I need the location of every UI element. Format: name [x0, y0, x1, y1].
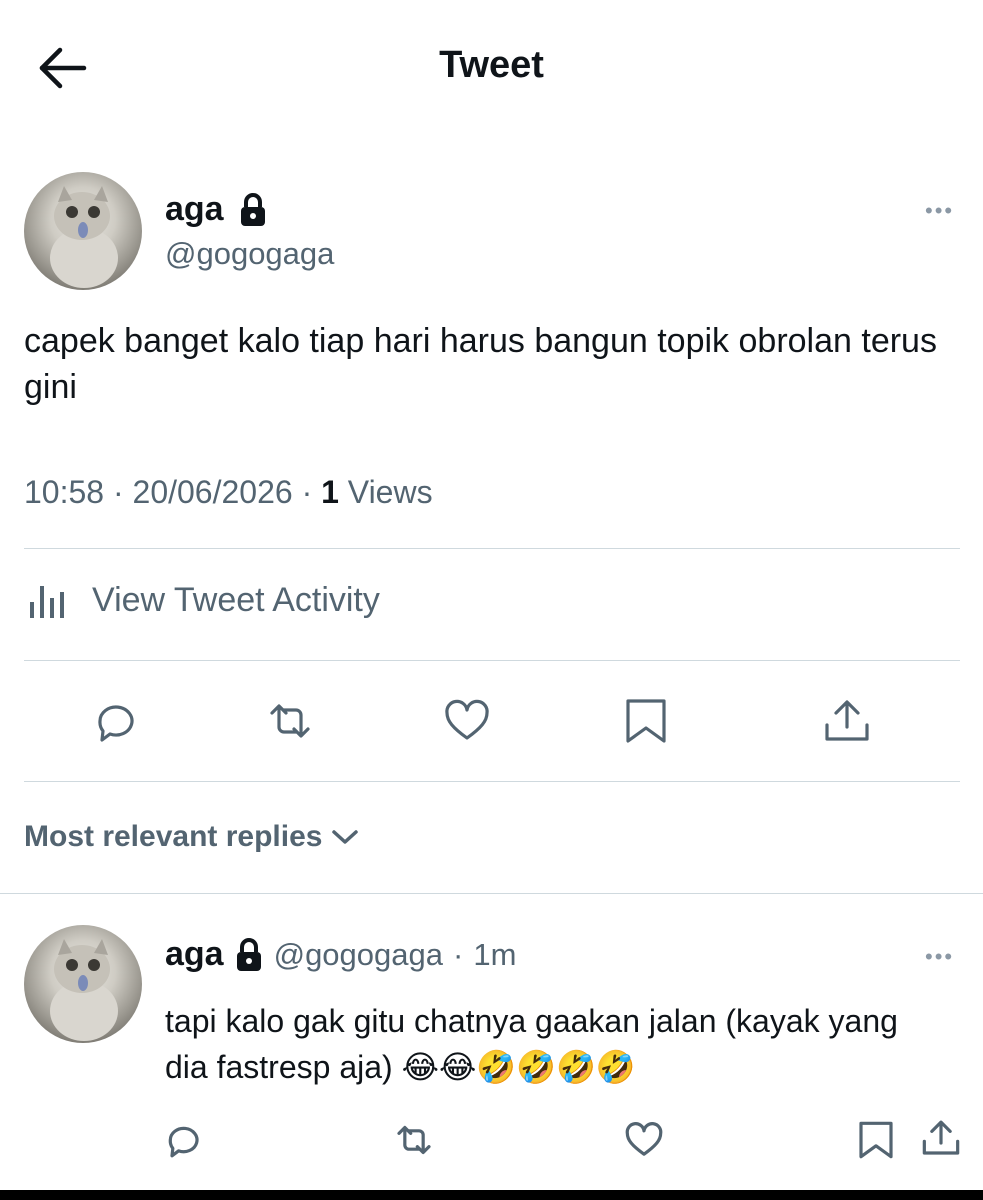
reply-share-button[interactable]	[921, 1118, 961, 1158]
more-options-icon[interactable]: •••	[925, 198, 954, 224]
divider	[24, 781, 960, 782]
reply-button[interactable]	[90, 697, 138, 745]
divider	[0, 893, 983, 894]
activity-label: View Tweet Activity	[92, 580, 380, 619]
views-label: Views	[347, 474, 433, 510]
bookmark-button[interactable]	[622, 697, 670, 745]
divider	[24, 660, 960, 661]
bottom-edge-bar	[0, 1190, 983, 1200]
author-name[interactable]: aga	[165, 190, 224, 229]
reply-bookmark-button[interactable]	[856, 1120, 896, 1160]
reply-text: tapi kalo gak gitu chatnya gaakan jalan …	[165, 1003, 898, 1085]
reply-retweet-button[interactable]	[394, 1120, 434, 1160]
tweet-time: 10:58	[24, 474, 105, 510]
reply-icon	[162, 1120, 202, 1160]
cat-avatar-image	[50, 186, 118, 288]
lock-icon	[236, 937, 261, 971]
retweet-icon	[266, 697, 314, 745]
like-icon	[443, 697, 491, 745]
avatar[interactable]	[24, 172, 142, 290]
share-icon	[823, 697, 871, 745]
reply-reply-button[interactable]	[162, 1120, 202, 1160]
reply-time: 1m	[473, 936, 517, 972]
like-icon	[624, 1120, 664, 1160]
tweet-text: capek banget kalo tiap hari harus bangun…	[24, 322, 937, 406]
meta-separator: ·	[301, 474, 313, 510]
page-title: Tweet	[439, 44, 544, 86]
retweet-icon	[394, 1120, 434, 1160]
divider	[24, 548, 960, 549]
reply-avatar[interactable]	[24, 925, 142, 1043]
tweet-meta: 10:58 · 20/06/2026 · 1 Views	[24, 474, 433, 511]
meta-separator: ·	[112, 474, 124, 510]
replies-sort-label: Most relevant replies	[24, 820, 323, 853]
author-name-row: aga	[165, 190, 268, 229]
bar-chart-icon	[30, 586, 64, 618]
replies-sort-dropdown[interactable]: Most relevant replies	[24, 820, 360, 854]
bookmark-icon	[856, 1120, 896, 1160]
reply-author-name[interactable]: aga	[165, 935, 224, 974]
reply-like-button[interactable]	[624, 1120, 664, 1160]
tweet-date: 20/06/2026	[132, 474, 293, 510]
reply-icon	[90, 697, 138, 745]
cat-avatar-image	[50, 939, 118, 1041]
view-tweet-activity-button[interactable]: View Tweet Activity	[24, 580, 380, 620]
retweet-button[interactable]	[266, 697, 314, 745]
share-button[interactable]	[823, 697, 871, 745]
share-icon	[921, 1118, 961, 1158]
reply-more-options-icon[interactable]: •••	[925, 944, 954, 970]
chevron-down-icon	[330, 827, 360, 847]
like-button[interactable]	[443, 697, 491, 745]
reply-separator: ·	[453, 936, 464, 972]
views-count: 1	[321, 474, 339, 510]
lock-icon	[240, 192, 265, 226]
bookmark-icon	[622, 697, 670, 745]
author-handle[interactable]: @gogogaga	[165, 236, 334, 272]
reply-author-handle[interactable]: @gogogaga	[274, 937, 443, 973]
reply-author-row: aga @gogogaga · 1m	[165, 935, 516, 974]
